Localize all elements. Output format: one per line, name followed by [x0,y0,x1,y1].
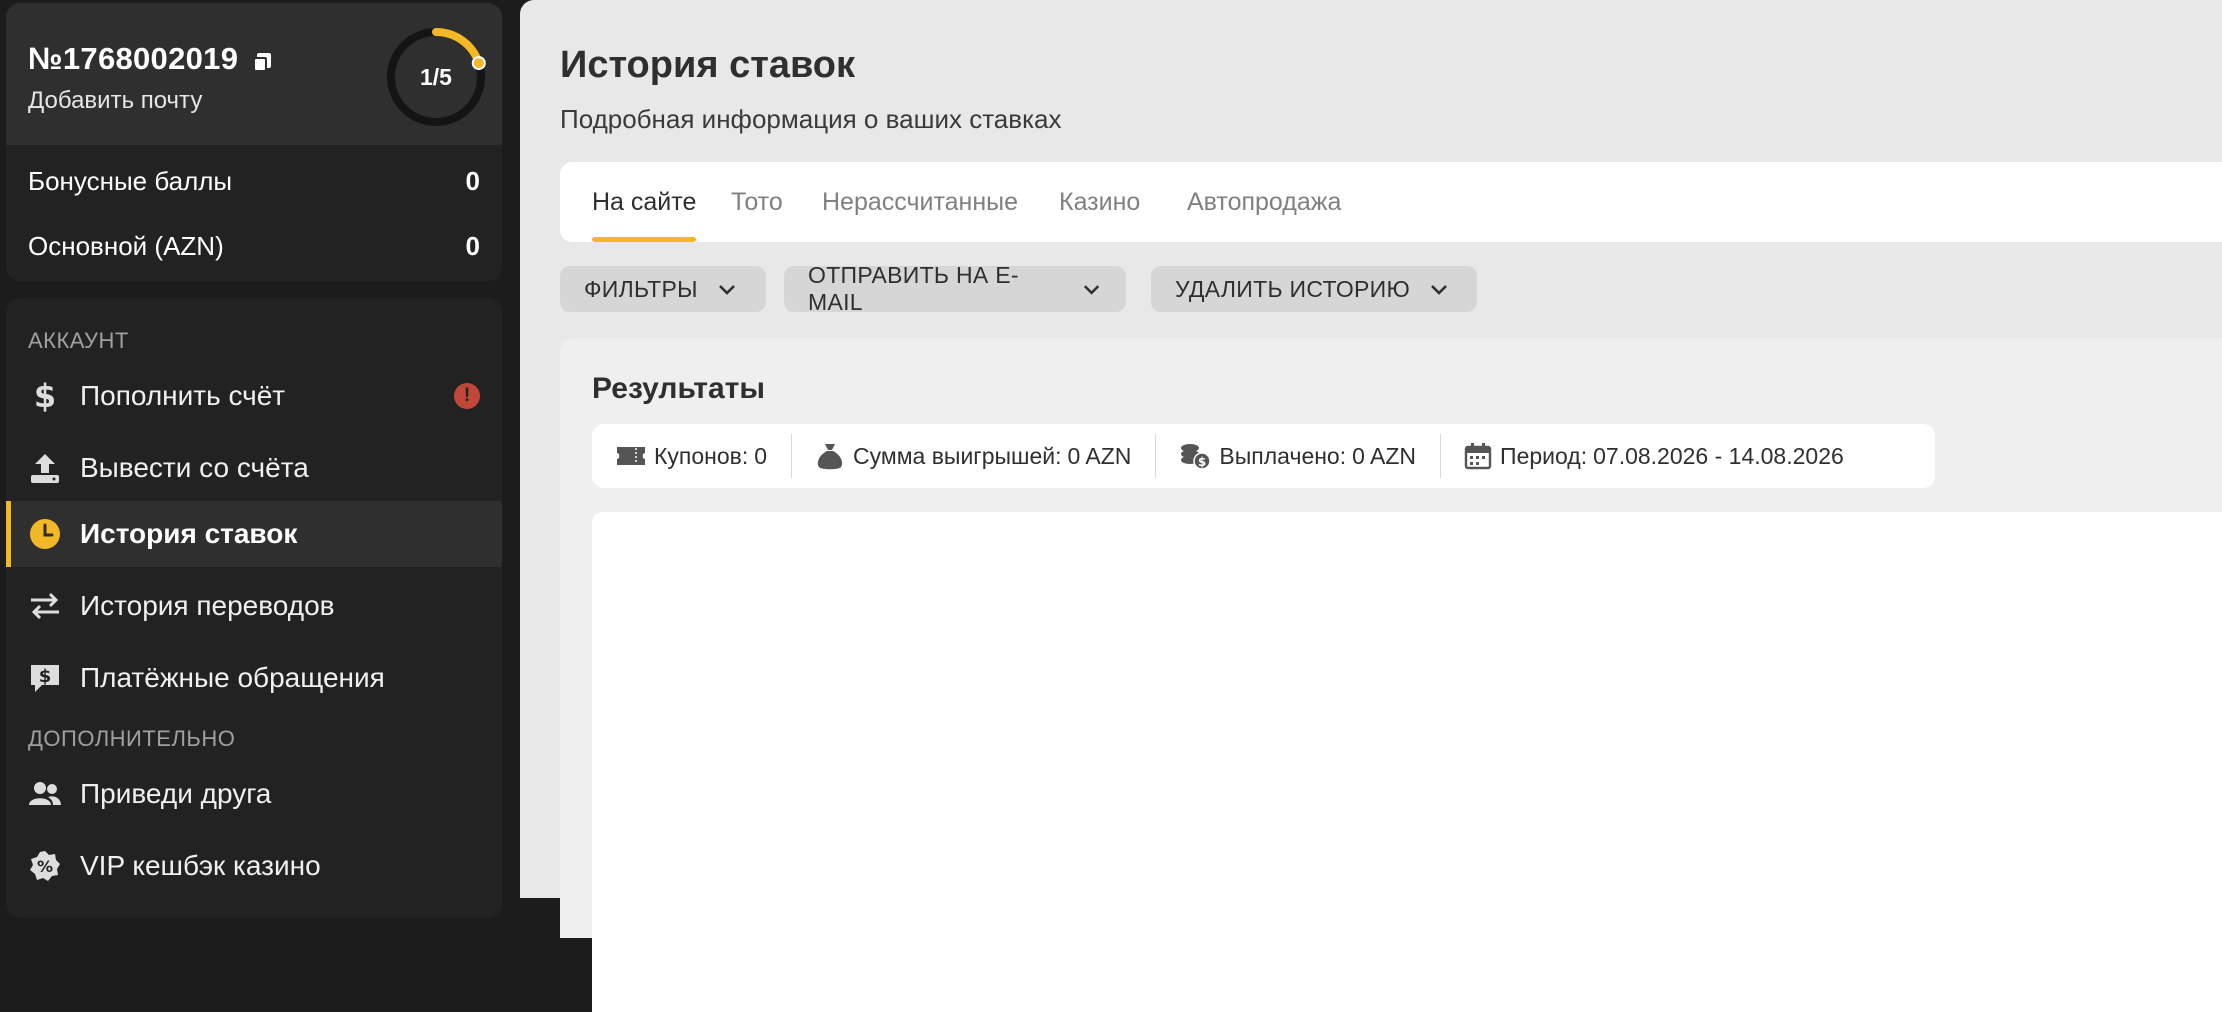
alert-icon: ! [454,383,480,409]
page-title: История ставок [560,44,856,86]
stat-coupons: Купонов: 0 [592,424,791,488]
stat-period-value: 07.08.2026 - 14.08.2026 [1593,442,1844,469]
results-section: Результаты Купонов: 0 Сумма выигрышей: 0… [560,338,2222,1012]
balance-bonus-label: Бонусные баллы [28,165,233,196]
stat-paid-label: Выплачено: [1219,442,1347,469]
account-number-text: №1768002019 [28,41,239,76]
chevron-down-icon [1431,285,1447,295]
chevron-down-icon [718,285,735,295]
upload-icon [28,451,62,485]
send-email-button-label: ОТПРАВИТЬ НА E-MAIL [808,262,1019,315]
profile-progress-ring[interactable]: 1/5 [384,25,488,129]
svg-text:$: $ [34,379,56,413]
sidebar: №1768002019 Добавить почту 1/5 Бонусные … [0,0,510,918]
account-number: №1768002019 [28,41,274,77]
menu-section-account: АККАУНТ [28,328,129,353]
menu-item-label: История ставок [80,518,298,549]
menu-item-withdraw[interactable]: Вывести со счёта [6,435,502,501]
progress-text: 1/5 [420,63,452,90]
menu-item-label: VIP кешбэк казино [80,850,321,881]
ticket-icon [617,447,645,465]
filters-button[interactable]: ФИЛЬТРЫ [560,266,766,312]
send-email-button[interactable]: ОТПРАВИТЬ НА E-MAIL [784,262,1126,315]
menu-item-label: Приведи друга [80,778,272,809]
stat-period: Период: 07.08.2026 - 14.08.2026 [1440,424,1868,488]
profile-header: №1768002019 Добавить почту 1/5 [6,3,502,145]
menu-item-vip-cashback[interactable]: % VIP кешбэк казино [6,833,502,899]
menu-item-transfer-history[interactable]: История переводов [6,573,502,639]
account-menu: АККАУНТ $ Пополнить счёт ! Вывести со сч… [6,298,502,918]
stat-paid: $ Выплачено: 0 AZN [1155,424,1440,488]
cashback-badge-icon: % [28,849,62,883]
users-icon [28,777,62,811]
profile-card: №1768002019 Добавить почту 1/5 Бонусные … [6,3,502,281]
stat-period-label: Период: [1500,442,1588,469]
svg-text:$: $ [1198,455,1206,469]
coins-icon: $ [1181,444,1212,470]
tab-unsettled[interactable]: Нерассчитанные [822,188,1018,242]
stat-winnings: Сумма выигрышей: 0 AZN [791,424,1155,488]
menu-section-extra: ДОПОЛНИТЕЛЬНО [28,726,236,751]
balance-main-value: 0 [465,230,480,261]
transfer-icon [28,589,62,623]
clock-icon [28,517,62,551]
tab-autosell[interactable]: Автопродажа [1187,188,1341,242]
filters-button-label: ФИЛЬТРЫ [584,275,698,302]
payment-chat-icon: $ [28,661,62,695]
tab-toto[interactable]: Тото [731,188,783,242]
stat-winnings-value: 0 AZN [1067,442,1132,469]
stat-paid-value: 0 AZN [1352,442,1417,469]
balance-bonus-value: 0 [465,165,480,196]
chevron-down-icon [1083,285,1100,295]
money-bag-icon [817,444,843,470]
delete-history-button-label: УДАЛИТЬ ИСТОРИЮ [1175,275,1411,302]
tab-on-site[interactable]: На сайте [592,188,697,242]
menu-item-deposit[interactable]: $ Пополнить счёт ! [6,363,502,429]
menu-item-label: Вывести со счёта [80,452,309,483]
add-email-link[interactable]: Добавить почту [28,87,202,115]
menu-item-payment-requests[interactable]: $ Платёжные обращения [6,645,502,711]
stat-coupons-label: Купонов: [654,442,749,469]
main-content: История ставок Подробная информация о ва… [520,0,2222,1012]
svg-text:%: % [37,857,53,876]
tabs-bar: На сайте Тото Нерассчитанные Казино Авто… [560,162,2222,242]
balance-main: Основной (AZN) 0 [28,226,480,266]
menu-item-refer-friend[interactable]: Приведи друга [6,761,502,827]
dollar-icon: $ [28,379,62,413]
menu-item-bet-history[interactable]: История ставок [6,501,502,567]
results-panel [592,512,2222,1012]
menu-item-label: Платёжные обращения [80,662,385,693]
delete-history-button[interactable]: УДАЛИТЬ ИСТОРИЮ [1151,266,1477,312]
stat-coupons-value: 0 [754,442,768,469]
copy-icon[interactable] [250,47,274,72]
svg-text:$: $ [39,666,52,687]
tab-casino[interactable]: Казино [1059,188,1140,242]
menu-item-label: История переводов [80,590,335,621]
balance-main-label: Основной (AZN) [28,230,224,261]
calendar-icon [1464,443,1492,470]
stat-winnings-label: Сумма выигрышей: [853,442,1062,469]
page-subtitle: Подробная информация о ваших ставках [560,104,1062,134]
results-title: Результаты [592,372,765,405]
results-stats-bar: Купонов: 0 Сумма выигрышей: 0 AZN $ Выпл… [592,424,1935,488]
balance-bonus: Бонусные баллы 0 [28,161,480,201]
menu-item-label: Пополнить счёт [80,380,286,411]
